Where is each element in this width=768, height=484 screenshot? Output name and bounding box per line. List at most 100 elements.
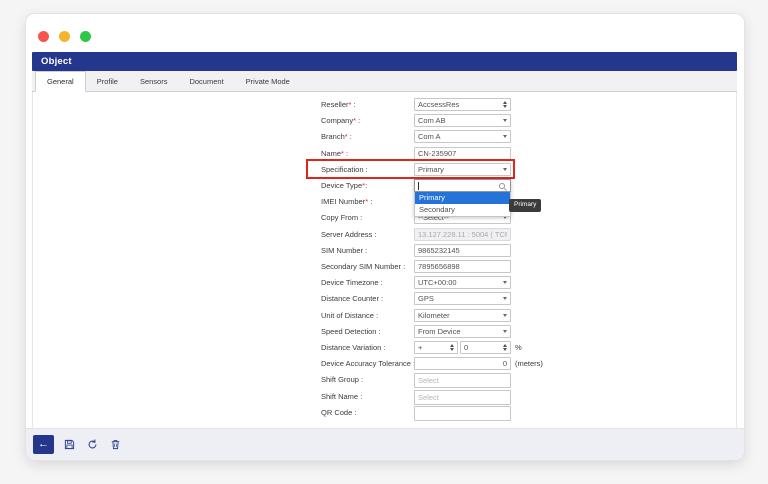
distance-counter-select[interactable]: GPS xyxy=(414,292,511,305)
delete-button[interactable] xyxy=(106,435,124,454)
field-row-distance-variation: Distance Variation : +0% xyxy=(33,341,736,354)
zoom-window-icon[interactable] xyxy=(80,31,91,42)
field-row-distance-counter: Distance Counter :GPS xyxy=(33,292,736,305)
shift-name-input[interactable]: Select xyxy=(414,390,511,405)
field-label-name: Name* : xyxy=(321,147,348,160)
field-row-qr-code: QR Code : xyxy=(33,406,736,419)
select-updown-icon xyxy=(503,101,507,109)
unit-of-distance-value: Kilometer xyxy=(418,311,503,320)
secondary-sim-number-input[interactable]: 7895656898 xyxy=(414,260,511,273)
tab-private-mode[interactable]: Private Mode xyxy=(235,71,301,91)
field-label-copy-from: Copy From : xyxy=(321,211,362,224)
required-asterisk: * xyxy=(362,181,365,190)
device-accuracy-tolerance-suffix-label: (meters) xyxy=(515,357,543,370)
dropdown-option-list: PrimarySecondary xyxy=(414,192,511,217)
speed-detection-select[interactable]: From Device xyxy=(414,325,511,338)
tab-sensors[interactable]: Sensors xyxy=(129,71,179,91)
minimize-window-icon[interactable] xyxy=(59,31,70,42)
shift-name-value: Select xyxy=(418,393,507,402)
company-select[interactable]: Com AB xyxy=(414,114,511,127)
distance-variation-amount-stepper[interactable]: 0 xyxy=(460,341,511,354)
field-label-shift-name: Shift Name : xyxy=(321,390,362,403)
field-label-company: Company* : xyxy=(321,114,360,127)
dropdown-option-secondary[interactable]: Secondary xyxy=(415,204,510,216)
chevron-down-icon xyxy=(503,297,507,300)
required-asterisk: * xyxy=(341,149,344,158)
chevron-down-icon xyxy=(503,168,507,171)
form-content: PrimarySecondary Primary Reseller* :Accs… xyxy=(32,92,737,428)
save-button[interactable] xyxy=(60,435,78,454)
sim-number-input[interactable]: 9865232145 xyxy=(414,244,511,257)
field-row-name: Name* : CN-235907 xyxy=(33,147,736,160)
secondary-sim-number-value: 7895656898 xyxy=(418,262,507,271)
refresh-icon xyxy=(87,439,98,450)
field-row-copy-from: Copy From :--Select-- xyxy=(33,211,736,224)
required-asterisk: * xyxy=(353,116,356,125)
field-row-reseller: Reseller* : AccsessRes xyxy=(33,98,736,111)
specification-value: Primary xyxy=(418,165,503,174)
chevron-down-icon xyxy=(503,314,507,317)
field-row-specification: Specification : Primary xyxy=(33,163,736,176)
page-title: Object xyxy=(32,52,737,71)
search-icon xyxy=(498,182,508,192)
server-address-value: 13.127.228.11 : 5004 ( TCP ) xyxy=(418,230,507,239)
qr-code-input[interactable] xyxy=(414,406,511,421)
field-label-specification: Specification : xyxy=(321,163,368,176)
device-accuracy-tolerance-input[interactable]: 0 xyxy=(414,357,511,370)
specification-select[interactable]: Primary xyxy=(414,163,511,176)
field-label-imei-number: IMEI Number* : xyxy=(321,195,372,208)
field-label-reseller: Reseller* : xyxy=(321,98,356,111)
field-row-sim-number: SIM Number : 9865232145 xyxy=(33,244,736,257)
close-window-icon[interactable] xyxy=(38,31,49,42)
field-label-qr-code: QR Code : xyxy=(321,406,356,419)
name-input[interactable]: CN-235907 xyxy=(414,147,511,160)
field-row-unit-of-distance: Unit of Distance :Kilometer xyxy=(33,309,736,322)
tab-bar: GeneralProfileSensorsDocumentPrivate Mod… xyxy=(32,71,737,92)
save-icon xyxy=(64,439,75,450)
field-label-distance-variation: Distance Variation : xyxy=(321,341,385,354)
field-row-shift-name: Shift Name : Select xyxy=(33,390,736,403)
distance-variation-sign-value: + xyxy=(418,343,450,352)
field-row-device-accuracy-tolerance: Device Accuracy Tolerance :0(meters) xyxy=(33,357,736,370)
action-toolbar: ← xyxy=(26,428,744,460)
branch-select[interactable]: Com A xyxy=(414,130,511,143)
unit-of-distance-select[interactable]: Kilometer xyxy=(414,309,511,322)
reseller-select[interactable]: AccsessRes xyxy=(414,98,511,111)
text-cursor xyxy=(418,182,419,190)
shift-group-input[interactable]: Select xyxy=(414,373,511,388)
required-asterisk: * xyxy=(345,132,348,141)
reset-button[interactable] xyxy=(83,435,101,454)
arrow-left-icon: ← xyxy=(38,439,49,450)
dropdown-option-primary[interactable]: Primary xyxy=(415,192,510,204)
tab-profile[interactable]: Profile xyxy=(86,71,129,91)
distance-variation-amount-value: 0 xyxy=(464,343,503,352)
distance-variation-suffix-label: % xyxy=(515,341,522,354)
app-window: Object GeneralProfileSensorsDocumentPriv… xyxy=(26,14,744,460)
device-accuracy-tolerance-value: 0 xyxy=(418,359,507,368)
field-label-device-timezone: Device Timezone : xyxy=(321,276,383,289)
field-label-speed-detection: Speed Detection : xyxy=(321,325,381,338)
field-label-device-type: Device Type*: xyxy=(321,179,367,192)
server-address-input: 13.127.228.11 : 5004 ( TCP ) xyxy=(414,228,511,241)
chevron-down-icon xyxy=(503,330,507,333)
tab-document[interactable]: Document xyxy=(178,71,234,91)
chevron-down-icon xyxy=(503,119,507,122)
dropdown-search-input[interactable] xyxy=(414,179,511,192)
field-row-device-type: Device Type*: xyxy=(33,179,736,192)
field-row-imei-number: IMEI Number* : xyxy=(33,195,736,208)
select-updown-icon xyxy=(503,344,507,352)
name-value: CN-235907 xyxy=(418,149,507,158)
field-label-server-address: Server Address : xyxy=(321,228,376,241)
tooltip: Primary xyxy=(509,199,541,212)
tab-general[interactable]: General xyxy=(35,71,86,92)
field-label-sim-number: SIM Number : xyxy=(321,244,367,257)
speed-detection-value: From Device xyxy=(418,327,503,336)
device-timezone-select[interactable]: UTC+00:00 xyxy=(414,276,511,289)
reseller-value: AccsessRes xyxy=(418,100,503,109)
device-type-dropdown: PrimarySecondary xyxy=(414,179,511,217)
field-row-speed-detection: Speed Detection : From Device xyxy=(33,325,736,338)
back-button[interactable]: ← xyxy=(33,435,54,454)
distance-variation-sign-stepper[interactable]: + xyxy=(414,341,458,354)
trash-icon xyxy=(110,439,121,450)
shift-group-value: Select xyxy=(418,376,507,385)
